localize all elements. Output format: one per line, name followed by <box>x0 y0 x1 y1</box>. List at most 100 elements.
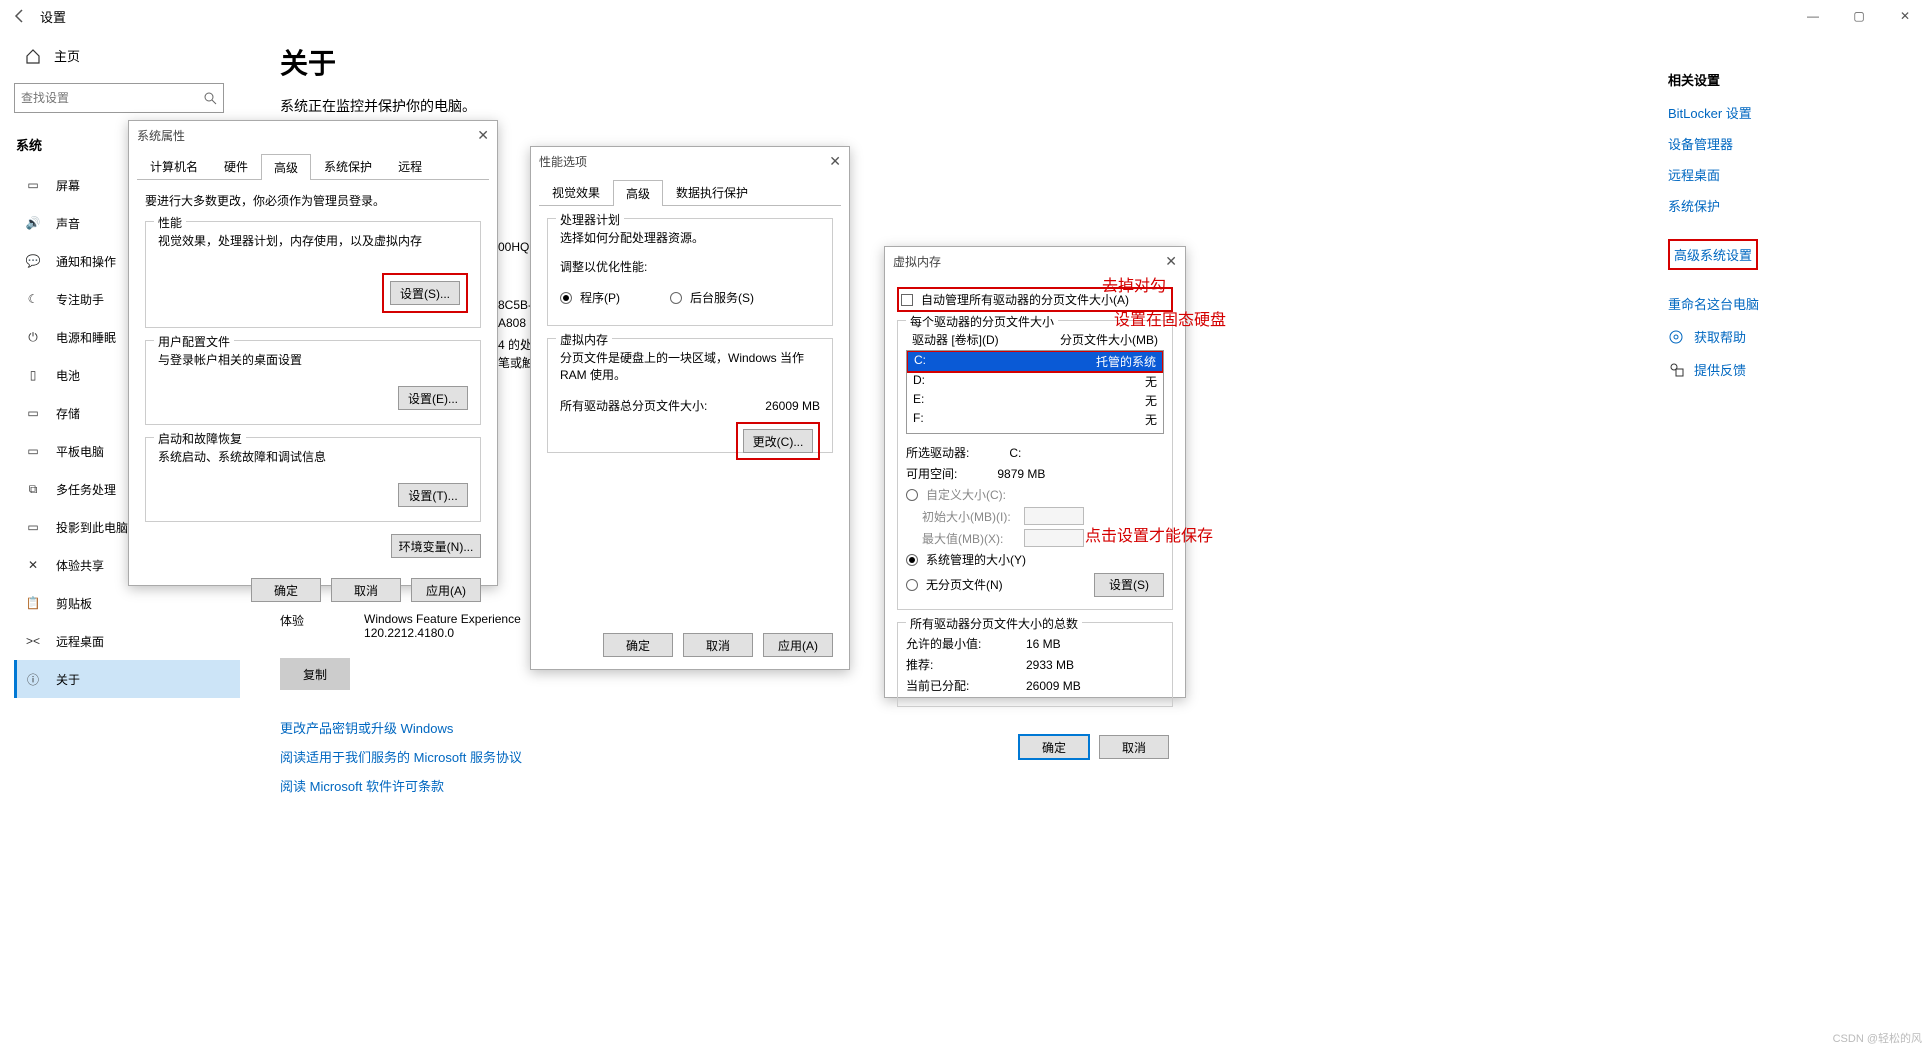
tab-advanced[interactable]: 高级 <box>261 154 311 180</box>
experience-label: 体验 <box>280 612 304 640</box>
tab-visual[interactable]: 视觉效果 <box>539 179 613 205</box>
cur-val: 26009 MB <box>1026 679 1081 693</box>
radio-background[interactable]: 后台服务(S) <box>670 289 754 306</box>
tab-remote[interactable]: 远程 <box>385 153 435 179</box>
nav-icon-5: ▯ <box>24 366 42 384</box>
copy-button[interactable]: 复制 <box>280 658 350 690</box>
dlg1-close-icon[interactable]: ✕ <box>477 127 489 144</box>
experience-name: Windows Feature Experience <box>364 612 521 626</box>
tab-dep[interactable]: 数据执行保护 <box>663 179 761 205</box>
link-license-terms[interactable]: 阅读 Microsoft 软件许可条款 <box>280 776 1618 795</box>
drive-e[interactable]: E:无 <box>907 391 1163 410</box>
search-input[interactable] <box>14 83 224 113</box>
feedback-link[interactable]: 提供反馈 <box>1694 360 1746 379</box>
env-vars-button[interactable]: 环境变量(N)... <box>391 534 481 558</box>
home-label: 主页 <box>54 46 80 65</box>
dlg1-titlebar: 系统属性 ✕ <box>129 121 497 149</box>
vm-text: 分页文件是硬盘上的一块区域，Windows 当作 RAM 使用。 <box>560 349 820 383</box>
radio-custom[interactable]: 自定义大小(C): <box>906 486 1164 503</box>
page-subtitle: 系统正在监控并保护你的电脑。 <box>280 96 1618 116</box>
rlink-device-manager[interactable]: 设备管理器 <box>1668 134 1908 153</box>
cur-label: 当前已分配: <box>906 677 986 694</box>
perf-settings-button[interactable]: 设置(S)... <box>390 281 460 305</box>
dlg3-close-icon[interactable]: ✕ <box>1165 253 1177 270</box>
max-label: 最大值(MB)(X): <box>906 530 1016 547</box>
drive-d[interactable]: D:无 <box>907 372 1163 391</box>
vm-legend: 虚拟内存 <box>556 331 612 348</box>
home-row[interactable]: 主页 <box>14 46 240 65</box>
vm-change-button[interactable]: 更改(C)... <box>743 429 813 453</box>
back-icon[interactable] <box>8 4 32 28</box>
code1-peek: 8C5B- <box>498 298 532 312</box>
max-input[interactable] <box>1024 529 1084 547</box>
radio-system[interactable]: 系统管理的大小(Y) <box>906 551 1164 568</box>
perf-fieldset: 性能 视觉效果，处理器计划，内存使用，以及虚拟内存 设置(S)... <box>145 221 481 328</box>
nav-item-12[interactable]: ><远程桌面 <box>14 622 240 660</box>
drives-legend: 每个驱动器的分页文件大小 <box>906 313 1058 330</box>
related-header: 相关设置 <box>1668 70 1908 89</box>
rlink-remote-desktop[interactable]: 远程桌面 <box>1668 165 1908 184</box>
boot-settings-button[interactable]: 设置(T)... <box>398 483 468 507</box>
nav-label-5: 电池 <box>56 367 80 384</box>
feedback-row[interactable]: 提供反馈 <box>1668 360 1908 379</box>
rlink-system-protection[interactable]: 系统保护 <box>1668 196 1908 215</box>
dlg2-apply[interactable]: 应用(A) <box>763 633 833 657</box>
free-val: 9879 MB <box>997 467 1045 481</box>
min-val: 16 MB <box>1026 637 1061 651</box>
help-row[interactable]: 获取帮助 <box>1668 327 1908 346</box>
rlink-advanced-settings[interactable]: 高级系统设置 <box>1668 239 1758 270</box>
nav-icon-2: 💬 <box>24 252 42 270</box>
dlg2-title: 性能选项 <box>539 153 587 170</box>
radio-programs[interactable]: 程序(P) <box>560 289 620 306</box>
radio-none[interactable]: 无分页文件(N) <box>906 576 1003 593</box>
auto-manage-row[interactable]: 自动管理所有驱动器的分页文件大小(A) <box>897 287 1173 312</box>
sched-legend: 处理器计划 <box>556 211 624 228</box>
drive-c[interactable]: C:托管的系统 <box>908 352 1162 371</box>
perf-text: 视觉效果，处理器计划，内存使用，以及虚拟内存 <box>158 232 468 249</box>
help-link[interactable]: 获取帮助 <box>1694 327 1746 346</box>
dlg2-tabs: 视觉效果 高级 数据执行保护 <box>531 175 849 205</box>
code2-peek: A808 <box>498 316 526 330</box>
init-input[interactable] <box>1024 507 1084 525</box>
set-button[interactable]: 设置(S) <box>1094 573 1164 597</box>
min-label: 允许的最小值: <box>906 635 986 652</box>
dlg1-apply[interactable]: 应用(A) <box>411 578 481 602</box>
nav-label-9: 投影到此电脑 <box>56 519 128 536</box>
drives-fieldset: 每个驱动器的分页文件大小 驱动器 [卷标](D) 分页文件大小(MB) C:托管… <box>897 320 1173 610</box>
drive-list[interactable]: C:托管的系统 D:无 E:无 F:无 <box>906 350 1164 434</box>
dlg1-cancel[interactable]: 取消 <box>331 578 401 602</box>
drive-f[interactable]: F:无 <box>907 410 1163 429</box>
dlg2-ok[interactable]: 确定 <box>603 633 673 657</box>
nav-icon-9: ▭ <box>24 518 42 536</box>
tab-advanced2[interactable]: 高级 <box>613 180 663 206</box>
tab-computer-name[interactable]: 计算机名 <box>137 153 211 179</box>
dlg3-ok[interactable]: 确定 <box>1019 735 1089 759</box>
dlg3-cancel[interactable]: 取消 <box>1099 735 1169 759</box>
nav-icon-4: ⏻ <box>24 328 42 346</box>
search-field[interactable] <box>21 91 203 105</box>
user-legend: 用户配置文件 <box>154 333 234 350</box>
rlink-rename-pc[interactable]: 重命名这台电脑 <box>1668 294 1908 313</box>
nav-label-13: 关于 <box>56 671 80 688</box>
close-icon[interactable]: ✕ <box>1882 0 1928 32</box>
total-legend: 所有驱动器分页文件大小的总数 <box>906 615 1082 632</box>
user-settings-button[interactable]: 设置(E)... <box>398 386 468 410</box>
dlg1-title: 系统属性 <box>137 127 185 144</box>
tab-hardware[interactable]: 硬件 <box>211 153 261 179</box>
nav-icon-1: 🔊 <box>24 214 42 232</box>
rlink-bitlocker[interactable]: BitLocker 设置 <box>1668 103 1908 122</box>
dlg2-cancel[interactable]: 取消 <box>683 633 753 657</box>
minimize-icon[interactable]: — <box>1790 0 1836 32</box>
nav-label-2: 通知和操作 <box>56 253 116 270</box>
proc2-peek: 笔或触 <box>498 354 534 371</box>
maximize-icon[interactable]: ▢ <box>1836 0 1882 32</box>
nav-item-13[interactable]: ⓘ关于 <box>14 660 240 698</box>
tab-protection[interactable]: 系统保护 <box>311 153 385 179</box>
nav-label-11: 剪贴板 <box>56 595 92 612</box>
dlg1-ok[interactable]: 确定 <box>251 578 321 602</box>
auto-manage-checkbox[interactable] <box>901 294 913 306</box>
rec-val: 2933 MB <box>1026 658 1074 672</box>
admin-hint: 要进行大多数更改，你必须作为管理员登录。 <box>145 192 481 209</box>
nav-label-1: 声音 <box>56 215 80 232</box>
dlg2-close-icon[interactable]: ✕ <box>829 153 841 170</box>
